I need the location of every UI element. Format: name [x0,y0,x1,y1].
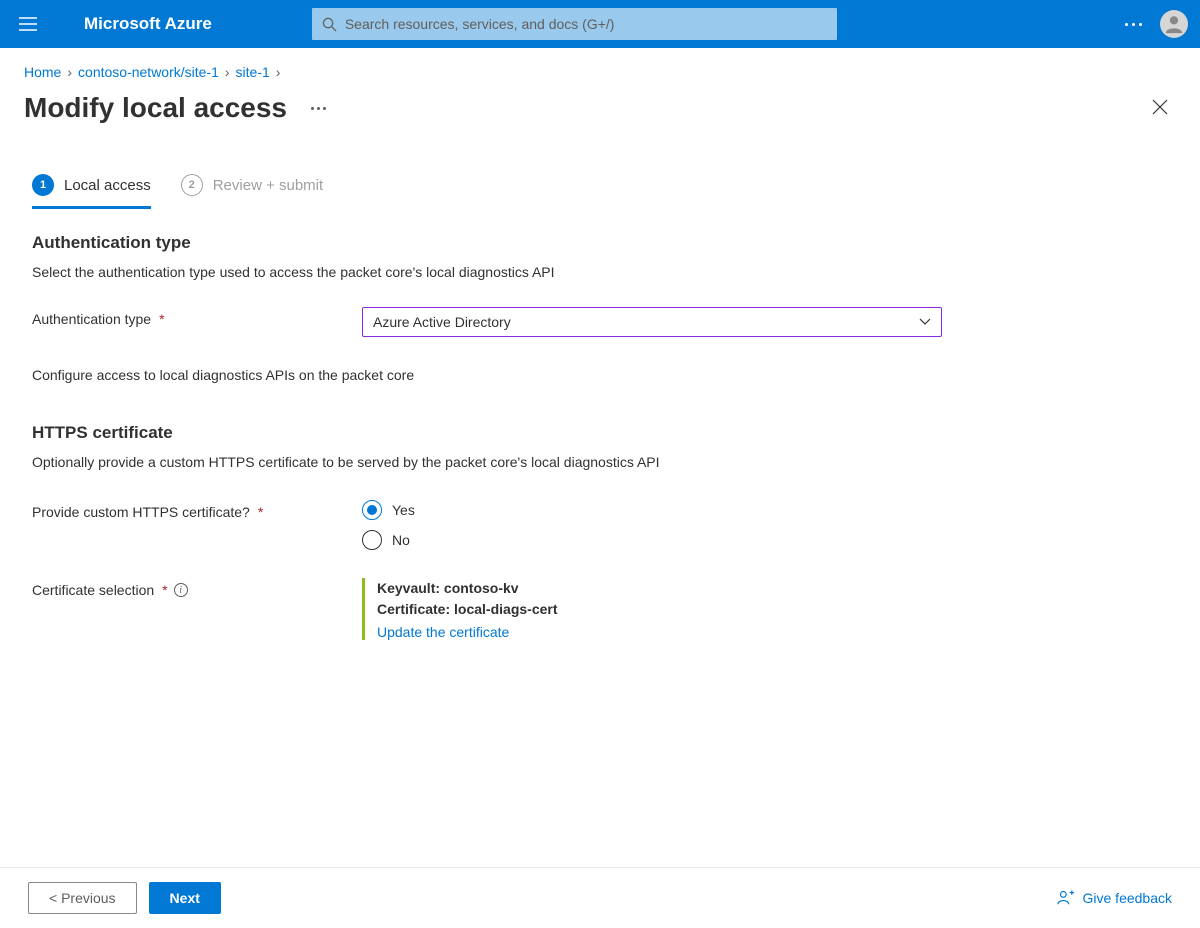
topbar-more-button[interactable] [1117,15,1150,34]
tab-review-submit[interactable]: 2 Review + submit [181,174,323,209]
radio-no-label: No [392,532,410,548]
required-indicator: * [159,311,164,327]
radio-button-icon [362,530,382,550]
config-access-text: Configure access to local diagnostics AP… [32,367,1168,383]
auth-type-label: Authentication type [32,311,151,327]
auth-type-select[interactable]: Azure Active Directory [362,307,942,337]
info-icon[interactable]: i [174,583,188,597]
cert-selection-label: Certificate selection [32,582,154,598]
provide-cert-label: Provide custom HTTPS certificate? [32,504,250,520]
radio-yes-label: Yes [392,502,415,518]
page-more-button[interactable] [305,101,332,116]
breadcrumb: Home › contoso-network/site-1 › site-1 › [0,48,1200,88]
user-avatar[interactable] [1160,10,1188,38]
hamburger-icon [19,17,37,31]
radio-button-icon [362,500,382,520]
page-title: Modify local access [24,92,287,124]
auth-type-row: Authentication type * Azure Active Direct… [32,307,1168,337]
breadcrumb-site[interactable]: site-1 [236,64,270,80]
close-button[interactable] [1146,93,1174,124]
close-icon [1152,99,1168,115]
feedback-label: Give feedback [1083,890,1173,906]
previous-button[interactable]: < Previous [28,882,137,914]
next-button[interactable]: Next [149,882,221,914]
auth-type-value: Azure Active Directory [373,314,511,330]
chevron-right-icon: › [225,64,230,80]
radio-no[interactable]: No [362,530,942,550]
person-icon [1163,13,1185,35]
step-number: 2 [181,174,203,196]
top-header: Microsoft Azure [0,0,1200,48]
provide-cert-radio-group: Yes No [362,500,942,550]
step-label: Local access [64,177,151,194]
provide-cert-row: Provide custom HTTPS certificate? * Yes N… [32,500,1168,550]
breadcrumb-network[interactable]: contoso-network/site-1 [78,64,219,80]
radio-yes[interactable]: Yes [362,500,942,520]
cert-selection-row: Certificate selection * i Keyvault: conto… [32,578,1168,640]
feedback-icon [1057,889,1075,907]
step-tabs: 1 Local access 2 Review + submit [32,174,1168,209]
required-indicator: * [258,504,263,520]
content-area: 1 Local access 2 Review + submit Authent… [0,134,1200,748]
auth-section-title: Authentication type [32,233,1168,253]
brand-label[interactable]: Microsoft Azure [84,14,212,34]
https-section-title: HTTPS certificate [32,423,1168,443]
cert-info-block: Keyvault: contoso-kv Certificate: local-… [362,578,942,640]
page-header: Modify local access [0,88,1200,134]
certificate-line: Certificate: local-diags-cert [377,599,942,620]
global-search[interactable] [312,8,837,40]
https-section-desc: Optionally provide a custom HTTPS certif… [32,453,1168,473]
hamburger-menu-button[interactable] [12,8,44,40]
update-certificate-link[interactable]: Update the certificate [377,624,509,640]
tab-local-access[interactable]: 1 Local access [32,174,151,209]
step-label: Review + submit [213,177,323,194]
chevron-right-icon: › [67,64,72,80]
required-indicator: * [162,582,167,598]
search-icon [322,17,337,32]
chevron-down-icon [919,318,931,326]
keyvault-line: Keyvault: contoso-kv [377,578,942,599]
breadcrumb-home[interactable]: Home [24,64,61,80]
search-input[interactable] [345,16,827,32]
footer-bar: < Previous Next Give feedback [0,867,1200,928]
auth-section-desc: Select the authentication type used to a… [32,263,1168,283]
step-number: 1 [32,174,54,196]
chevron-right-icon: › [276,64,281,80]
give-feedback-link[interactable]: Give feedback [1057,889,1173,907]
